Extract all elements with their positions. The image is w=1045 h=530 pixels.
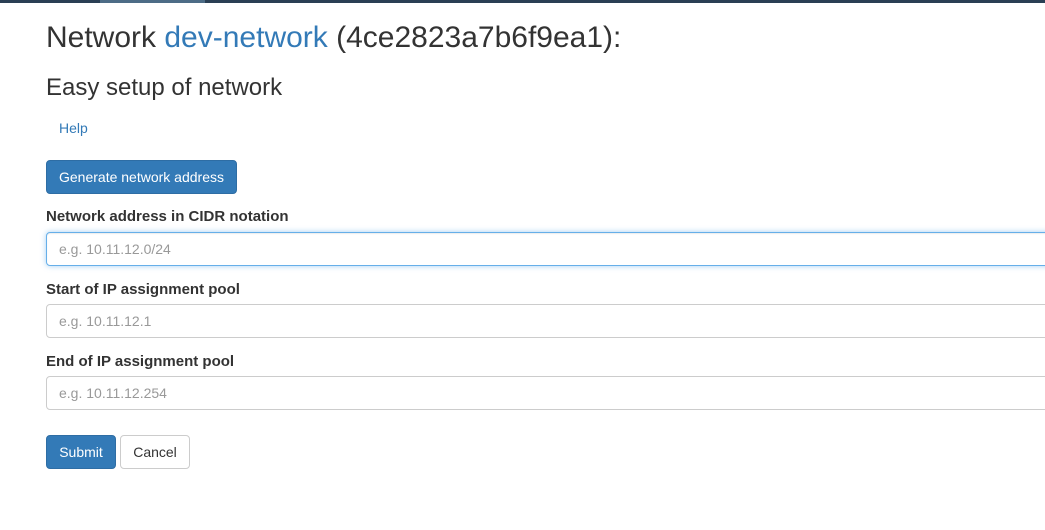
- submit-button[interactable]: Submit: [46, 435, 116, 469]
- cidr-input[interactable]: [46, 232, 1045, 266]
- pool-start-label: Start of IP assignment pool: [46, 281, 240, 298]
- cancel-button[interactable]: Cancel: [120, 435, 190, 469]
- network-id: (4ce2823a7b6f9ea1):: [336, 21, 622, 54]
- pool-end-label: End of IP assignment pool: [46, 353, 235, 370]
- top-nav-bar: [0, 0, 1045, 3]
- pool-start-input[interactable]: [46, 304, 1045, 338]
- page-title: Network dev-network (4ce2823a7b6f9ea1):: [46, 20, 621, 56]
- help-link[interactable]: Help: [59, 119, 88, 137]
- cidr-label: Network address in CIDR notation: [46, 208, 289, 225]
- page-title-prefix: Network: [46, 21, 157, 54]
- network-name-link[interactable]: dev-network: [164, 21, 327, 54]
- top-nav-active-indicator: [100, 0, 205, 3]
- generate-network-address-button[interactable]: Generate network address: [46, 160, 237, 194]
- section-subtitle: Easy setup of network: [46, 74, 283, 101]
- pool-end-input[interactable]: [46, 376, 1045, 410]
